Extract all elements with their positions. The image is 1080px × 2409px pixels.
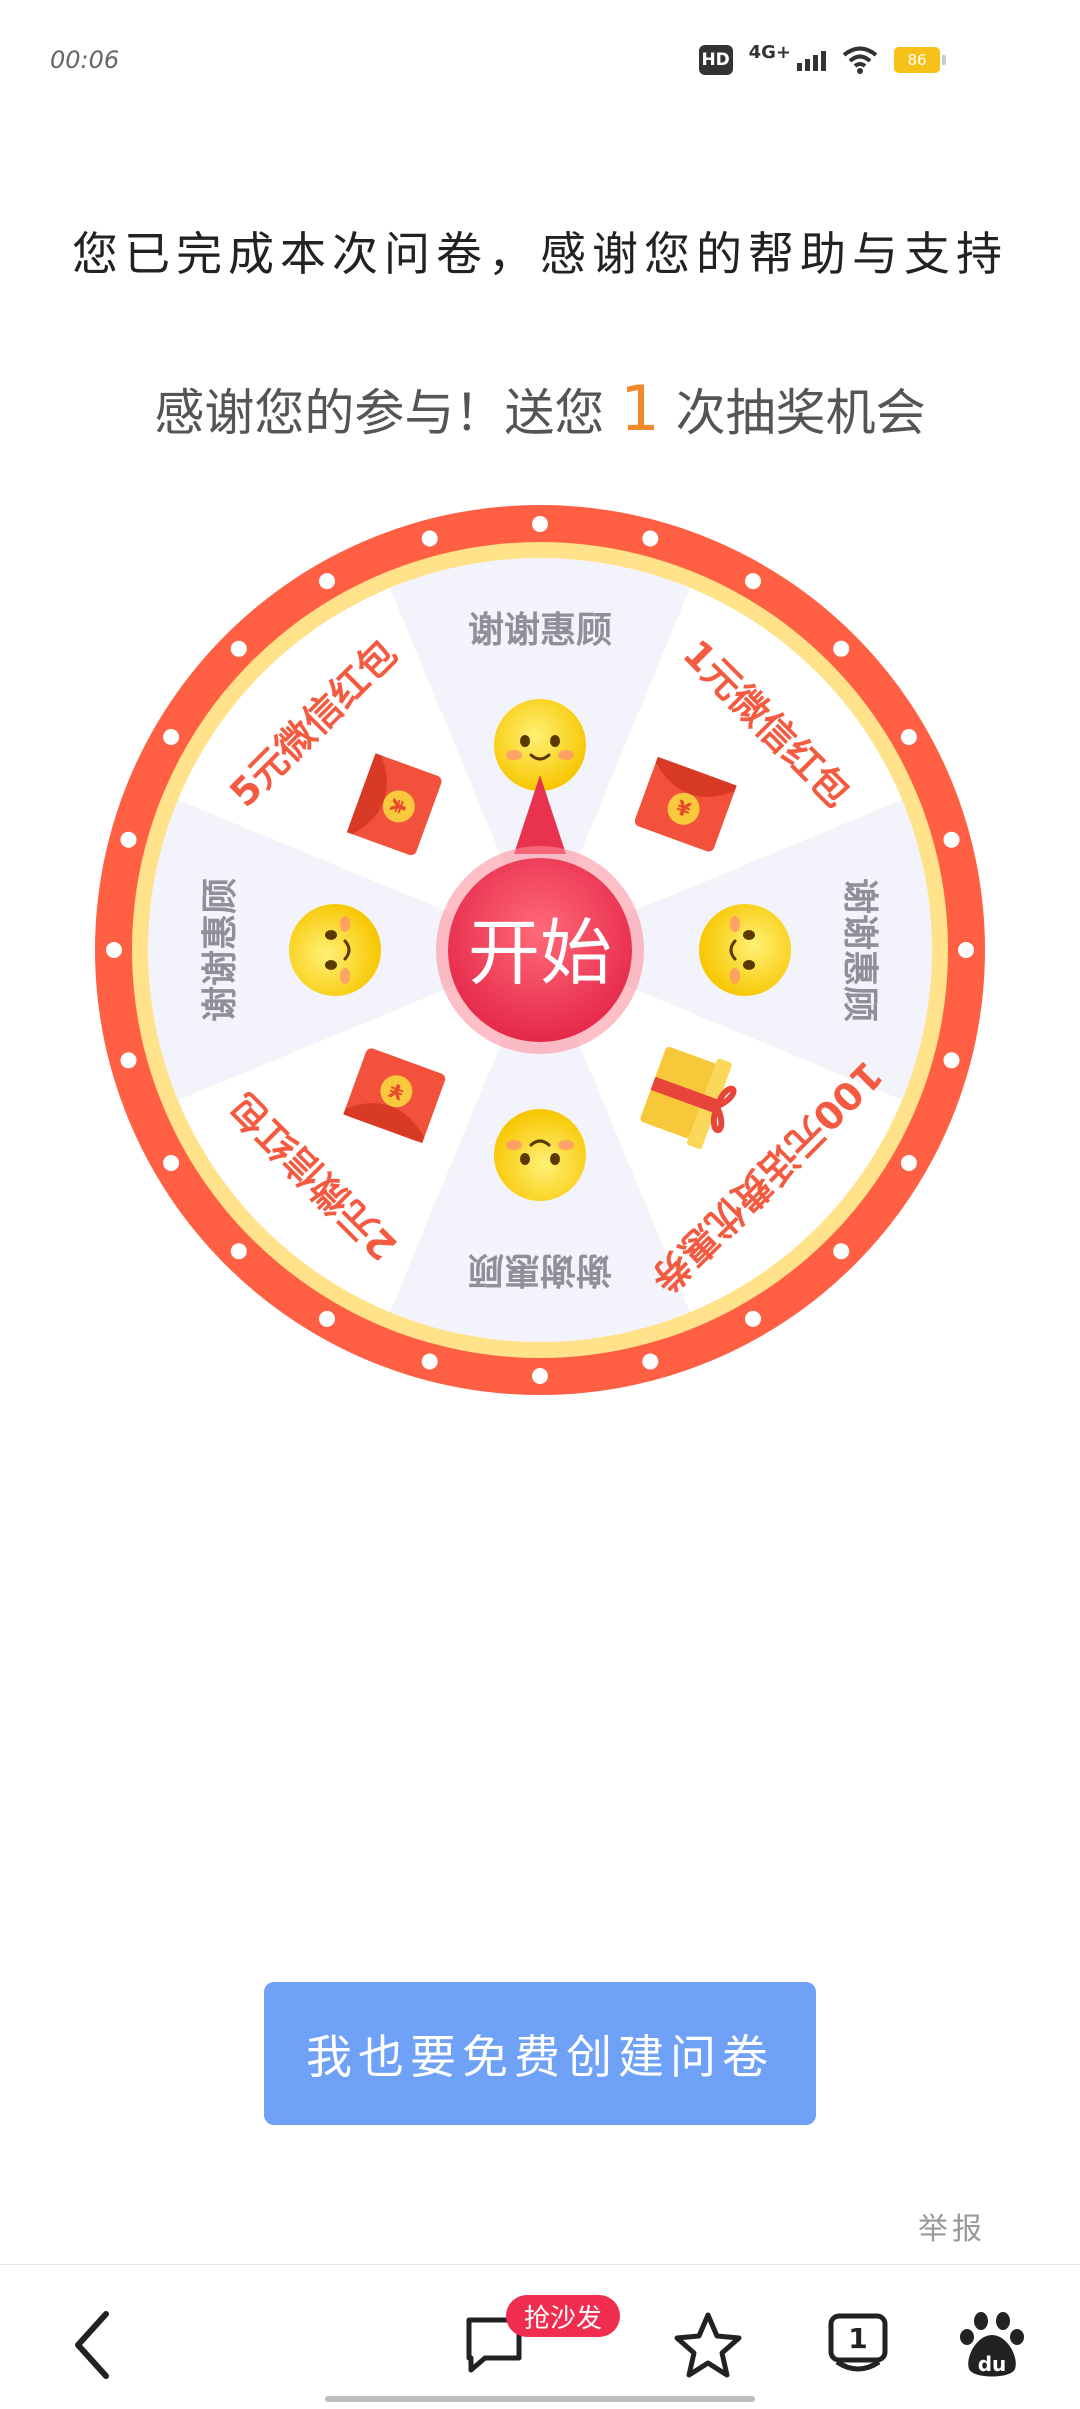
rim-light [642,530,659,547]
rim-light [833,1243,850,1260]
signal-icon [797,49,826,71]
wheel-segment-label: 谢谢惠顾 [468,1249,612,1290]
start-button-label: 开始 [468,911,612,995]
thanks-prefix: 感谢您的参与！送您 [154,384,605,442]
rim-light [230,640,247,657]
home-indicator [325,2396,755,2402]
rim-light [106,942,122,958]
baidu-button[interactable]: du [956,2305,1028,2385]
rim-light [230,1243,247,1260]
status-bar: 00:06 HD 4G+ 86 [0,0,1080,120]
wheel-segment-label: 谢谢惠顾 [839,878,880,1022]
create-survey-button[interactable]: 我也要免费创建问卷 [264,1982,816,2125]
tabs-button[interactable]: 1 [822,2305,894,2385]
smiley-icon [289,904,381,996]
smiley-icon [494,1109,586,1201]
status-icons: HD 4G+ 86 [698,40,946,80]
rim-light [421,1353,438,1370]
rim-light [833,640,850,657]
smiley-icon [699,904,791,996]
rim-light [642,1353,659,1370]
wheel-segment-label: 谢谢惠顾 [200,878,241,1022]
rim-light [319,1310,335,1327]
rim-light [532,1368,548,1384]
favorite-button[interactable] [670,2305,746,2385]
rim-light [532,516,548,532]
baidu-du-text: du [978,2352,1007,2376]
back-icon [75,2311,109,2379]
lottery-wheel: 谢谢惠顾1元微信红包谢谢惠顾100元话费优惠券谢谢惠顾2元微信红包谢谢惠顾5元微… [95,505,985,1395]
rim-light [120,831,137,848]
battery-level: 86 [907,51,927,69]
rim-light [900,1155,917,1171]
rim-light [120,1052,137,1069]
thanks-suffix: 次抽奖机会 [675,384,926,442]
rim-light [319,573,335,590]
network-type: 4G+ [748,41,791,63]
rim-light [421,530,438,547]
wifi-icon [842,46,878,74]
rim-light [943,1052,960,1069]
report-link[interactable]: 举报 [918,2204,986,2248]
rim-light [163,729,180,745]
rim-light [958,942,974,958]
completion-message: 您已完成本次问卷，感谢您的帮助与支持 [72,227,1008,281]
tab-count: 1 [848,2322,867,2355]
rim-light [745,573,761,590]
rim-light [745,1310,761,1327]
rim-light [943,831,960,848]
back-button[interactable] [62,2305,122,2385]
rim-light [900,729,917,745]
rim-light [163,1155,180,1171]
lottery-chance-message: 感谢您的参与！送您 1 次抽奖机会 [0,372,1080,445]
battery-icon: 86 [894,47,946,73]
star-icon [674,2312,742,2378]
wheel-segment-label: 谢谢惠顾 [468,610,612,651]
baidu-paw-icon: du [960,2312,1024,2377]
bottom-nav: 抢沙发 1 du [0,2264,1080,2409]
tabs-icon: 1 [828,2313,888,2372]
chance-count: 1 [620,372,660,445]
comment-badge: 抢沙发 [506,2295,621,2337]
hd-icon: HD [698,45,733,75]
status-time: 00:06 [50,46,120,74]
